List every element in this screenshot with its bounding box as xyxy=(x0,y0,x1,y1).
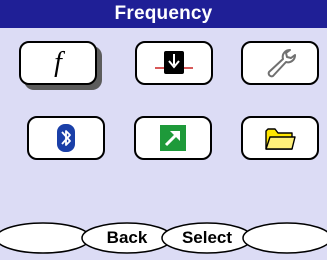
folder-icon xyxy=(264,125,296,151)
bluetooth-tile[interactable] xyxy=(27,116,105,160)
folder-tile[interactable] xyxy=(241,116,319,160)
f-function-icon: f xyxy=(54,47,62,78)
export-arrow-icon xyxy=(160,125,186,151)
bluetooth-icon xyxy=(57,124,75,152)
settings-tile[interactable] xyxy=(241,41,319,85)
frequency-tile[interactable]: f xyxy=(19,41,97,85)
probe-down-arrow-icon xyxy=(149,50,199,76)
export-tile[interactable] xyxy=(134,116,212,160)
title-bar: Frequency xyxy=(0,0,327,28)
screen-title: Frequency xyxy=(114,3,213,24)
wrench-icon xyxy=(263,48,297,78)
probe-tile[interactable] xyxy=(135,41,213,85)
